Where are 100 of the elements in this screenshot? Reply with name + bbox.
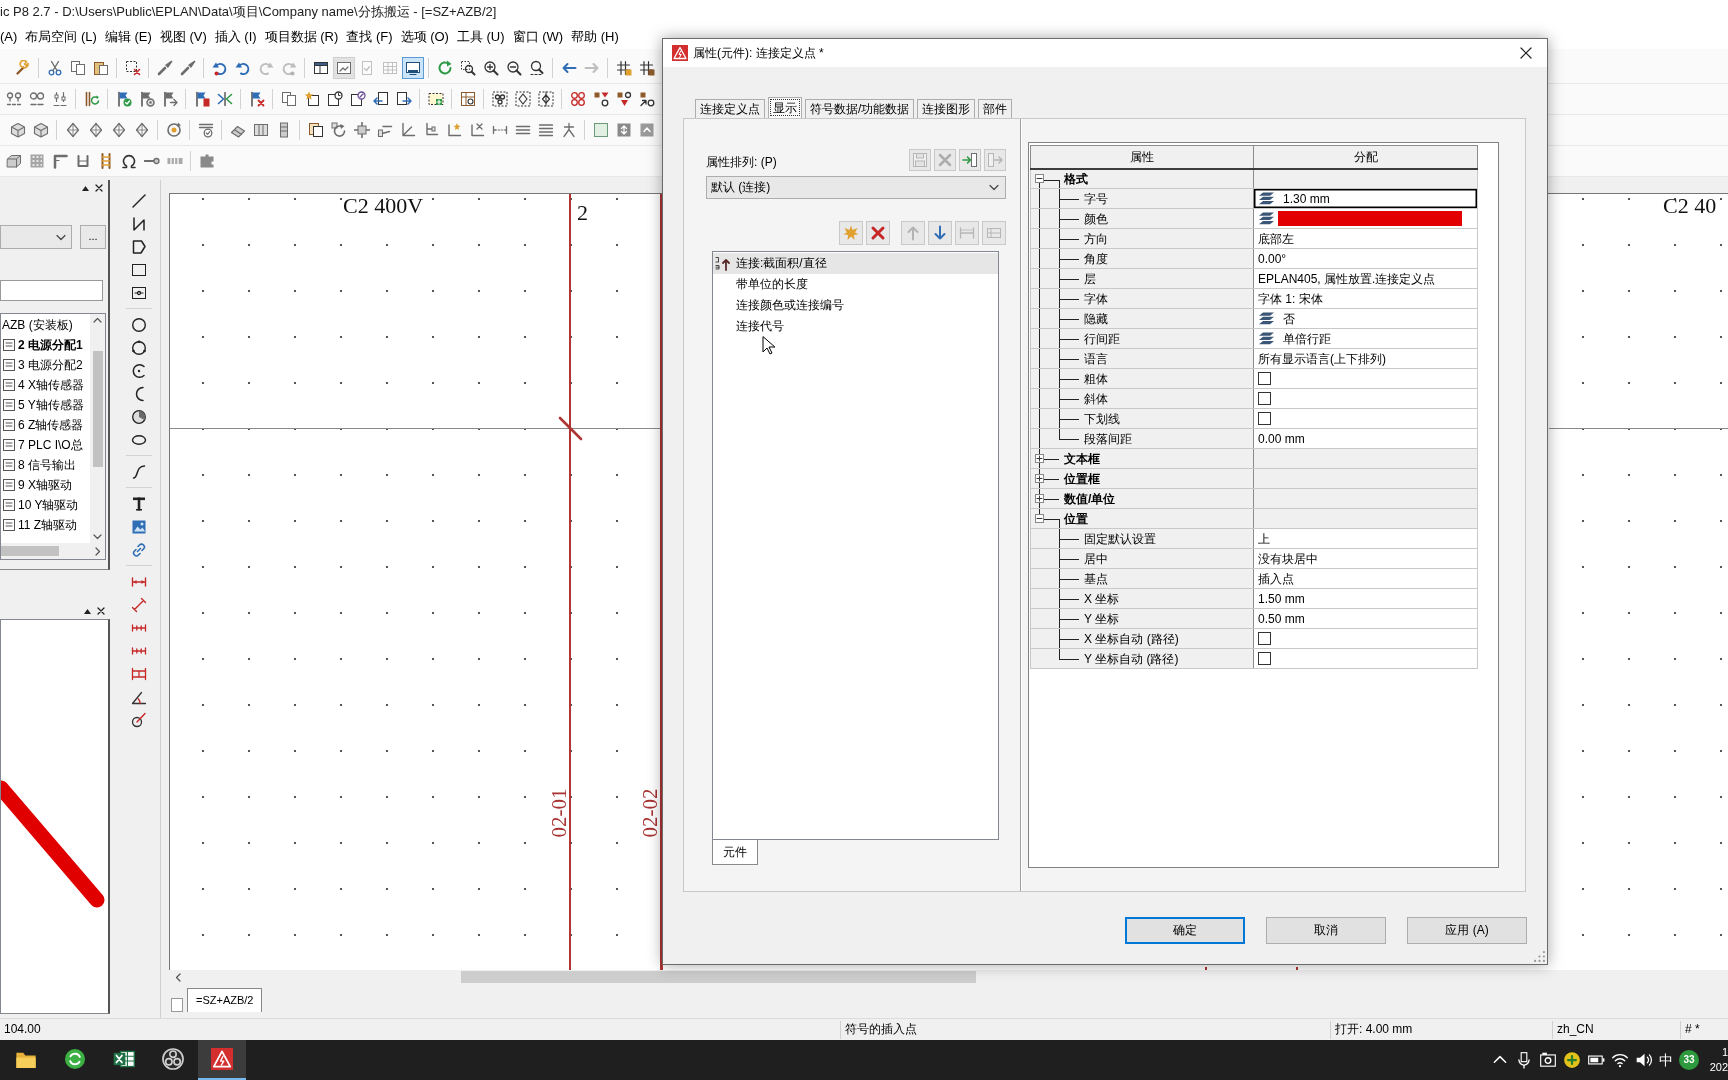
tab[interactable]: 部件 (978, 99, 1013, 118)
list-item[interactable]: 连接代号 (713, 316, 998, 337)
tree-item[interactable]: 11 Z轴驱动 (1, 515, 90, 535)
property-name[interactable]: 行间距 (1030, 328, 1254, 349)
list-item[interactable]: 带单位的长度 (713, 274, 998, 295)
tree-item[interactable]: 7 PLC I\O总 (1, 435, 90, 455)
tab[interactable]: 元件 (712, 840, 758, 865)
column-header[interactable]: 属性 (1030, 145, 1254, 169)
tree-item[interactable]: 5 Y轴传感器 (1, 395, 90, 415)
property-group[interactable]: 位置 (1030, 508, 1254, 529)
tab[interactable]: 连接图形 (917, 99, 976, 118)
property-name[interactable]: X 坐标自动 (路径) (1030, 628, 1254, 649)
triangle-up-icon[interactable] (82, 185, 89, 191)
microphone-icon[interactable] (1515, 1051, 1533, 1069)
checkbox[interactable] (1258, 631, 1271, 645)
taskbar-app[interactable] (198, 1040, 246, 1080)
screen-capture-icon[interactable] (1539, 1051, 1557, 1069)
property-group[interactable]: 位置框 (1030, 468, 1254, 489)
property-group[interactable]: 数值/单位 (1030, 488, 1254, 509)
tab[interactable]: 符号数据/功能数据 (805, 99, 915, 118)
chevron-up-icon[interactable] (93, 317, 102, 323)
resize-grip-icon[interactable] (1534, 951, 1545, 962)
scrollbar-thumb[interactable] (92, 350, 103, 467)
clock-text[interactable]: 202 (1709, 1060, 1728, 1075)
list-item[interactable]: 连接:截面积/直径 (713, 253, 998, 274)
scrollbar-thumb[interactable] (1, 546, 59, 556)
expand-icon[interactable] (1035, 453, 1044, 463)
property-name[interactable]: 隐藏 (1030, 308, 1254, 329)
tree-item[interactable]: 6 Z轴传感器 (1, 415, 90, 435)
close-icon[interactable] (95, 184, 103, 192)
menu-item[interactable]: 工具 (U) (452, 26, 509, 47)
property-name[interactable]: 居中 (1030, 548, 1254, 569)
chevron-right-icon[interactable] (95, 546, 101, 556)
property-name[interactable]: 粗体 (1030, 368, 1254, 389)
tab[interactable]: 连接定义点 (695, 99, 765, 118)
menu-item[interactable]: 帮助 (H) (567, 26, 623, 47)
toolbar-button[interactable] (401, 57, 424, 79)
list-item[interactable]: 连接颜色或连接编号 (713, 295, 998, 316)
menu-item[interactable]: (A) (0, 26, 22, 47)
property-name[interactable]: 角度 (1030, 248, 1254, 269)
expand-icon[interactable] (1035, 493, 1044, 503)
property-name[interactable]: 固定默认设置 (1030, 528, 1254, 549)
menu-item[interactable]: 插入 (I) (210, 26, 261, 47)
collapse-icon[interactable] (1035, 174, 1044, 184)
property-name[interactable]: 字体 (1030, 288, 1254, 309)
more-button[interactable]: ... (80, 225, 106, 249)
input-method[interactable]: 中 (1659, 1051, 1673, 1069)
horizontal-scrollbar[interactable] (1, 543, 105, 559)
property-group[interactable]: 格式 (1030, 168, 1254, 189)
triangle-up-icon[interactable] (84, 608, 91, 614)
clock-text[interactable]: 1 (1721, 1045, 1728, 1060)
close-icon[interactable] (97, 607, 105, 615)
chevron-down-icon[interactable] (93, 534, 102, 540)
notification-badge[interactable]: 33 (1679, 1050, 1699, 1070)
wifi-icon[interactable] (1611, 1051, 1629, 1069)
checkbox[interactable] (1258, 391, 1271, 405)
property-name[interactable]: 斜体 (1030, 388, 1254, 409)
tree-item[interactable]: 4 X轴传感器 (1, 375, 90, 395)
menu-item[interactable]: 编辑 (E) (100, 26, 156, 47)
menu-item[interactable]: 选项 (O) (396, 26, 453, 47)
tree-item[interactable]: 9 X轴驱动 (1, 475, 90, 495)
tree-item[interactable]: 3 电源分配2 (1, 355, 90, 375)
document-tab[interactable]: =SZ+AZB/2 (187, 988, 263, 1012)
property-name[interactable]: 字号 (1030, 188, 1254, 209)
expand-icon[interactable] (1035, 473, 1044, 483)
checkbox[interactable] (1258, 371, 1271, 385)
property-name[interactable]: 语言 (1030, 348, 1254, 369)
property-name[interactable]: Y 坐标 (1030, 608, 1254, 629)
checkbox[interactable] (1258, 411, 1271, 425)
tree-item[interactable]: AZB (安装板) (1, 315, 90, 335)
property-name[interactable]: 段落间距 (1030, 428, 1254, 449)
tree-item[interactable]: 8 信号输出 (1, 455, 90, 475)
property-name[interactable]: 层 (1030, 268, 1254, 289)
tab[interactable]: 显示 (768, 97, 802, 118)
property-name[interactable]: 颜色 (1030, 208, 1254, 229)
menu-item[interactable]: 查找 (F) (342, 26, 397, 47)
dialog-button[interactable]: 确定 (1125, 917, 1245, 944)
menu-item[interactable]: 项目数据 (R) (260, 26, 343, 47)
property-name[interactable]: 基点 (1030, 568, 1254, 589)
scrollbar-thumb[interactable] (461, 971, 976, 983)
menu-item[interactable]: 布局空间 (L) (21, 26, 101, 47)
property-name[interactable]: X 坐标 (1030, 588, 1254, 609)
property-name[interactable]: 下划线 (1030, 408, 1254, 429)
tree-item[interactable]: 10 Y轴驱动 (1, 495, 90, 515)
chevron-left-icon[interactable] (175, 972, 181, 982)
menu-item[interactable]: 视图 (V) (155, 26, 211, 47)
plus-circle-icon[interactable] (1563, 1051, 1581, 1069)
checkbox[interactable] (1258, 651, 1271, 665)
property-name[interactable]: Y 坐标自动 (路径) (1030, 648, 1254, 669)
property-name[interactable]: 方向 (1030, 228, 1254, 249)
speaker-icon[interactable] (1635, 1051, 1653, 1069)
property-group[interactable]: 文本框 (1030, 448, 1254, 469)
search-field[interactable] (0, 280, 103, 301)
dialog-button[interactable]: 取消 (1266, 917, 1386, 944)
menu-item[interactable]: 窗口 (W) (508, 26, 568, 47)
dialog-button[interactable]: 应用 (A) (1407, 917, 1527, 944)
tree-item[interactable]: 2 电源分配1 (1, 335, 90, 355)
arrangement-dropdown[interactable]: 默认 (连接) (706, 176, 1006, 199)
column-header[interactable]: 分配 (1253, 145, 1478, 169)
collapse-icon[interactable] (1035, 513, 1044, 523)
